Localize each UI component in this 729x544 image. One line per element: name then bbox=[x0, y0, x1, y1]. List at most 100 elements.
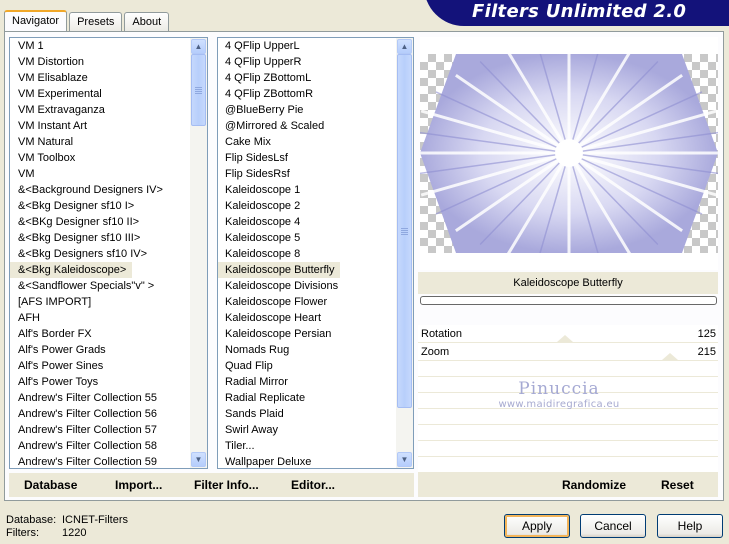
list-item-label: Flip SidesLsf bbox=[225, 152, 288, 164]
list-item[interactable]: Swirl Away bbox=[218, 422, 396, 438]
list-item[interactable]: 4 QFlip UpperR bbox=[218, 54, 396, 70]
scroll-thumb[interactable] bbox=[397, 54, 412, 408]
list-item[interactable]: Kaleidoscope Persian bbox=[218, 326, 396, 342]
param-empty-row bbox=[418, 457, 718, 473]
list-item[interactable]: 4 QFlip UpperL bbox=[218, 38, 396, 54]
slider-marker-icon[interactable] bbox=[557, 335, 573, 342]
list-item[interactable]: VM Distortion bbox=[10, 54, 190, 70]
filter-list[interactable]: 4 QFlip UpperL 4 QFlip UpperR 4 QFlip ZBot… bbox=[217, 37, 414, 469]
list-item[interactable]: Radial Replicate bbox=[218, 390, 396, 406]
list-item[interactable]: &<BKg Designer sf10 II> bbox=[10, 214, 190, 230]
list-item[interactable]: Kaleidoscope Heart bbox=[218, 310, 396, 326]
list-item[interactable]: Kaleidoscope 8 bbox=[218, 246, 396, 262]
list-item[interactable]: 4 QFlip ZBottomR bbox=[218, 86, 396, 102]
slider-marker-icon[interactable] bbox=[662, 353, 678, 360]
filter-info-button[interactable]: Filter Info... bbox=[194, 478, 259, 492]
list-item[interactable]: Andrew's Filter Collection 57 bbox=[10, 422, 190, 438]
scroll-down-arrow-icon[interactable]: ▼ bbox=[191, 452, 206, 467]
list-item-label: VM Distortion bbox=[18, 56, 85, 68]
param-zoom[interactable]: Zoom 215 bbox=[418, 343, 718, 361]
list-item[interactable]: @Mirrored & Scaled bbox=[218, 118, 396, 134]
list-item-label: &<Bkg Designer sf10 I> bbox=[18, 200, 135, 212]
list-item[interactable]: VM Elisablaze bbox=[10, 70, 190, 86]
list-item[interactable]: &<Bkg Designer sf10 III> bbox=[10, 230, 190, 246]
category-list[interactable]: VM 1 VM Distortion VM Elisablaze VM Experim… bbox=[9, 37, 208, 469]
tab-about[interactable]: About bbox=[124, 12, 170, 31]
list-item[interactable]: &<Bkg Designers sf10 IV> bbox=[10, 246, 190, 262]
reset-button[interactable]: Reset bbox=[661, 478, 694, 492]
progress-bar bbox=[420, 296, 717, 305]
list-item-label: Kaleidoscope Persian bbox=[225, 328, 332, 340]
list-item[interactable]: Alf's Border FX bbox=[10, 326, 190, 342]
cancel-button[interactable]: Cancel bbox=[580, 514, 646, 538]
list-item[interactable]: Tiler... bbox=[218, 438, 396, 454]
list-item[interactable]: VM Instant Art bbox=[10, 118, 190, 134]
list-item[interactable]: Radial Mirror bbox=[218, 374, 396, 390]
list-item-label: Alf's Power Sines bbox=[18, 360, 104, 372]
list-item[interactable]: Wallpaper Deluxe bbox=[218, 454, 396, 468]
watermark-url: www.maidiregrafica.eu bbox=[498, 399, 620, 410]
list-item[interactable]: Quad Flip bbox=[218, 358, 396, 374]
tab-strip: Navigator Presets About bbox=[4, 10, 171, 32]
list-item[interactable]: Andrew's Filter Collection 56 bbox=[10, 406, 190, 422]
list-item[interactable]: Andrew's Filter Collection 58 bbox=[10, 438, 190, 454]
list-item[interactable]: &<Bkg Kaleidoscope> bbox=[10, 262, 190, 278]
selected-filter-name: Kaleidoscope Butterfly bbox=[418, 272, 718, 294]
list-item[interactable]: [AFS IMPORT] bbox=[10, 294, 190, 310]
list-item[interactable]: Kaleidoscope 4 bbox=[218, 214, 396, 230]
list-item[interactable]: AFH bbox=[10, 310, 190, 326]
list-item[interactable]: VM Extravaganza bbox=[10, 102, 190, 118]
list-item[interactable]: Flip SidesRsf bbox=[218, 166, 396, 182]
list-item[interactable]: 4 QFlip ZBottomL bbox=[218, 70, 396, 86]
list-item[interactable]: VM bbox=[10, 166, 190, 182]
list-item[interactable]: Sands Plaid bbox=[218, 406, 396, 422]
list-item-label: Flip SidesRsf bbox=[225, 168, 290, 180]
list-item[interactable]: Kaleidoscope 1 bbox=[218, 182, 396, 198]
list-item[interactable]: Kaleidoscope Divisions bbox=[218, 278, 396, 294]
list-item[interactable]: &<Bkg Designer sf10 I> bbox=[10, 198, 190, 214]
randomize-button[interactable]: Randomize bbox=[562, 478, 626, 492]
list-item[interactable]: Nomads Rug bbox=[218, 342, 396, 358]
parameter-button-bar: Randomize Reset bbox=[418, 473, 718, 497]
list-item[interactable]: @BlueBerry Pie bbox=[218, 102, 396, 118]
list-item[interactable]: Cake Mix bbox=[218, 134, 396, 150]
scroll-down-arrow-icon[interactable]: ▼ bbox=[397, 452, 412, 467]
filter-scrollbar[interactable]: ▲ ▼ bbox=[396, 38, 413, 468]
list-item-label: AFH bbox=[18, 312, 40, 324]
list-item[interactable]: Kaleidoscope Butterfly bbox=[218, 262, 396, 278]
editor-button[interactable]: Editor... bbox=[291, 478, 335, 492]
list-item[interactable]: &<Background Designers IV> bbox=[10, 182, 190, 198]
param-value: 215 bbox=[697, 346, 716, 358]
help-button[interactable]: Help bbox=[657, 514, 723, 538]
list-item[interactable]: Flip SidesLsf bbox=[218, 150, 396, 166]
list-item[interactable]: Alf's Power Toys bbox=[10, 374, 190, 390]
list-item[interactable]: &<Sandflower Specials"v" > bbox=[10, 278, 190, 294]
category-scrollbar[interactable]: ▲ ▼ bbox=[190, 38, 207, 468]
param-rotation[interactable]: Rotation 125 bbox=[418, 325, 718, 343]
list-item[interactable]: Alf's Power Grads bbox=[10, 342, 190, 358]
list-item[interactable]: Kaleidoscope 2 bbox=[218, 198, 396, 214]
list-item[interactable]: VM Toolbox bbox=[10, 150, 190, 166]
apply-button[interactable]: Apply bbox=[504, 514, 570, 538]
database-button[interactable]: Database bbox=[24, 478, 77, 492]
tab-navigator[interactable]: Navigator bbox=[4, 10, 68, 32]
list-item[interactable]: VM Natural bbox=[10, 134, 190, 150]
list-item-label: @BlueBerry Pie bbox=[225, 104, 304, 116]
list-item[interactable]: Kaleidoscope Flower bbox=[218, 294, 396, 310]
list-item-label: [AFS IMPORT] bbox=[18, 296, 92, 308]
scroll-up-arrow-icon[interactable]: ▲ bbox=[397, 39, 412, 54]
list-item[interactable]: VM 1 bbox=[10, 38, 190, 54]
list-item-label: Quad Flip bbox=[225, 360, 273, 372]
tab-presets[interactable]: Presets bbox=[69, 12, 123, 31]
import-button[interactable]: Import... bbox=[115, 478, 162, 492]
list-item[interactable]: Kaleidoscope 5 bbox=[218, 230, 396, 246]
list-item[interactable]: Andrew's Filter Collection 59 bbox=[10, 454, 190, 468]
list-item-label: Andrew's Filter Collection 56 bbox=[18, 408, 158, 420]
scroll-thumb[interactable] bbox=[191, 54, 206, 126]
list-item[interactable]: Alf's Power Sines bbox=[10, 358, 190, 374]
list-item[interactable]: VM Experimental bbox=[10, 86, 190, 102]
list-item-label: 4 QFlip UpperR bbox=[225, 56, 302, 68]
list-item[interactable]: Andrew's Filter Collection 55 bbox=[10, 390, 190, 406]
param-label: Rotation bbox=[421, 328, 462, 340]
scroll-up-arrow-icon[interactable]: ▲ bbox=[191, 39, 206, 54]
